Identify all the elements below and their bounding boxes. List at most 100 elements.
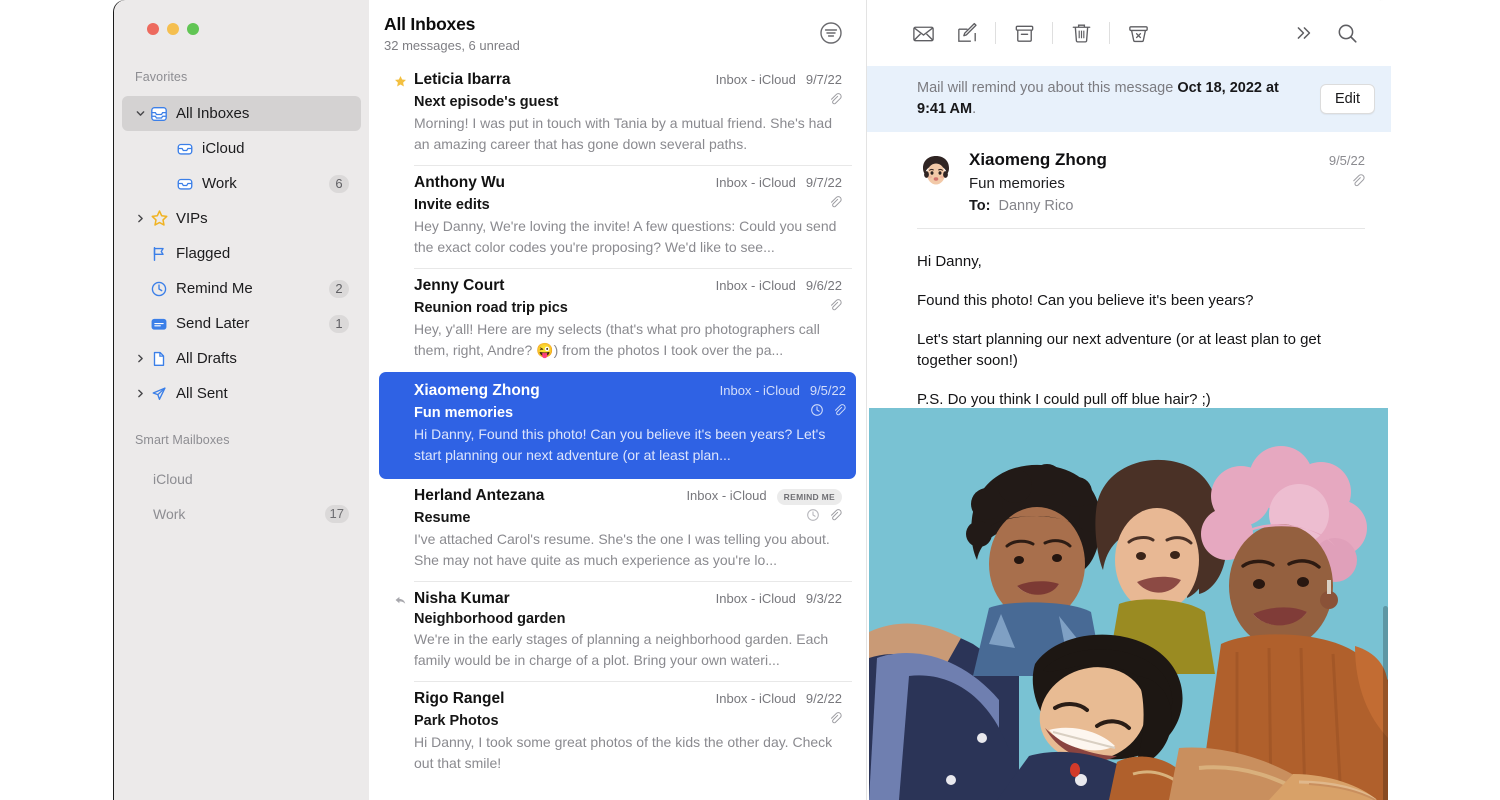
subject: Fun memories	[414, 404, 514, 421]
table-row[interactable]: Rigo Rangel Inbox - iCloud 9/2/22 Park P…	[383, 681, 852, 785]
table-row[interactable]: Anthony Wu Inbox - iCloud 9/7/22 Invite …	[383, 165, 852, 269]
mailbox-label: Inbox - iCloud	[719, 383, 800, 398]
preview-text: Hey Danny, We're loving the invite! A fe…	[414, 218, 837, 255]
row-subject: Park Photos	[414, 711, 842, 730]
sidebar-item-icloud[interactable]: iCloud	[122, 131, 361, 166]
row-top: Nisha Kumar Inbox - iCloud 9/3/22	[414, 590, 842, 608]
table-row[interactable]: Jenny Court Inbox - iCloud 9/6/22 Reunio…	[383, 268, 852, 372]
sidebar-label: iCloud	[153, 470, 193, 487]
sidebar-item-all-sent[interactable]: All Sent	[122, 376, 361, 411]
trash-icon[interactable]	[1059, 16, 1103, 50]
row-top: Rigo Rangel Inbox - iCloud 9/2/22	[414, 690, 842, 708]
edit-reminder-button[interactable]: Edit	[1320, 84, 1375, 115]
sender-name: Xiaomeng Zhong	[969, 150, 1107, 170]
sidebar-label: All Drafts	[176, 350, 237, 367]
archive-icon[interactable]	[1002, 16, 1046, 50]
attachment-icon	[828, 711, 842, 730]
compose-icon[interactable]	[945, 16, 989, 50]
body-paragraph: Let's start planning our next adventure …	[917, 330, 1321, 370]
chevron-right-icon[interactable]	[132, 354, 148, 363]
table-row-selected[interactable]: Xiaomeng Zhong Inbox - iCloud 9/5/22 Fun…	[379, 372, 856, 479]
body-paragraph: Hi Danny,	[917, 253, 982, 271]
clock-icon	[148, 280, 170, 298]
mailbox-label: Inbox - iCloud	[715, 591, 796, 606]
row-icons	[828, 298, 842, 317]
message-header: Xiaomeng Zhong 9/5/22 Fun memories To: D…	[867, 132, 1391, 214]
table-row[interactable]: Nisha Kumar Inbox - iCloud 9/3/22 Neighb…	[383, 581, 852, 682]
attachment-icon	[828, 195, 842, 214]
sidebar-item-send-later[interactable]: Send Later 1	[122, 306, 361, 341]
mailbox-label: Inbox - iCloud	[715, 278, 796, 293]
sidebar-section-smart-mailboxes: Smart Mailboxes	[135, 433, 230, 447]
sidebar-item-work[interactable]: Work 6	[122, 166, 361, 201]
attached-photo-image	[869, 408, 1388, 800]
search-icon[interactable]	[1325, 16, 1369, 50]
vertical-scrollbar[interactable]	[1383, 606, 1388, 800]
filter-sort-icon[interactable]	[818, 20, 844, 46]
sender-name: Nisha Kumar	[414, 590, 510, 607]
page-title: All Inboxes	[384, 14, 476, 34]
row-top: Herland Antezana Inbox - iCloud REMIND M…	[414, 487, 842, 505]
table-row[interactable]: Herland Antezana Inbox - iCloud REMIND M…	[383, 479, 852, 582]
sidebar-item-remind-me[interactable]: Remind Me 2	[122, 271, 361, 306]
chevron-right-icon[interactable]	[132, 214, 148, 223]
mark-unread-icon[interactable]	[901, 16, 945, 50]
mailbox-label: Inbox - iCloud	[715, 72, 796, 87]
sidebar-label: Work	[202, 175, 237, 192]
row-icons	[828, 711, 842, 730]
junk-icon[interactable]	[1116, 16, 1160, 50]
close-window-button[interactable]	[147, 23, 159, 35]
send-later-icon	[148, 315, 170, 333]
reminder-clock-icon	[810, 403, 824, 422]
unread-count: 2	[329, 279, 349, 298]
mailbox-label: Inbox - iCloud	[715, 175, 796, 190]
minimize-window-button[interactable]	[167, 23, 179, 35]
row-icons	[828, 195, 842, 214]
reply-arrow-icon	[393, 593, 409, 609]
sidebar-item-all-inboxes[interactable]: All Inboxes	[122, 96, 361, 131]
sidebar-item-flagged[interactable]: Flagged	[122, 236, 361, 271]
row-icons	[810, 403, 846, 422]
unread-count: 17	[324, 504, 349, 523]
toolbar-divider	[1052, 22, 1053, 44]
row-subject: Fun memories	[414, 403, 846, 422]
sidebar-item-vips[interactable]: VIPs	[122, 201, 361, 236]
subject: Resume	[414, 509, 471, 526]
attachment-icon	[828, 298, 842, 317]
star-flag-icon	[393, 74, 409, 90]
preview-text: Hi Danny, Found this photo! Can you beli…	[414, 426, 826, 463]
subject: Neighborhood garden	[414, 611, 566, 627]
sender-name: Xiaomeng Zhong	[414, 382, 540, 399]
paper-plane-icon	[148, 385, 170, 403]
row-subject: Next episode's guest	[414, 92, 842, 111]
sidebar: Favorites All Inboxes iCloud Work 6 VIPs…	[114, 0, 369, 800]
to-value[interactable]: Danny Rico	[998, 198, 1365, 214]
table-row[interactable]: Leticia Ibarra Inbox - iCloud 9/7/22 Nex…	[383, 63, 852, 166]
sidebar-smart-item-work[interactable]: Work 17	[122, 496, 361, 531]
body-paragraph: Found this photo! Can you believe it's b…	[917, 291, 1254, 309]
sidebar-smart-item-icloud[interactable]: iCloud	[122, 461, 361, 496]
inbox-icon	[174, 140, 196, 158]
sidebar-label: All Inboxes	[176, 105, 250, 122]
reading-pane: Mail will remind you about this message …	[867, 0, 1391, 800]
preview-text: Hi Danny, I took some great photos of th…	[414, 734, 833, 771]
message-date: 9/7/22	[805, 72, 842, 87]
chevron-right-icon[interactable]	[132, 389, 148, 398]
sidebar-label: iCloud	[202, 140, 245, 157]
row-top: Anthony Wu Inbox - iCloud 9/7/22	[414, 174, 842, 192]
preview-text: Hey, y'all! Here are my selects (that's …	[414, 321, 820, 358]
sidebar-item-all-drafts[interactable]: All Drafts	[122, 341, 361, 376]
chevrons-right-icon[interactable]	[1281, 16, 1325, 50]
attached-photo[interactable]	[867, 406, 1391, 800]
header-subject-row: Fun memories	[969, 170, 1365, 193]
chevron-down-icon[interactable]	[132, 109, 148, 118]
attachment-icon	[832, 403, 846, 422]
status-badge: REMIND ME	[776, 489, 842, 505]
unread-count: 6	[329, 174, 349, 193]
preview-text: Morning! I was put in touch with Tania b…	[414, 115, 832, 152]
message-header-body: Xiaomeng Zhong 9/5/22 Fun memories To: D…	[969, 150, 1365, 214]
zoom-window-button[interactable]	[187, 23, 199, 35]
attachment-icon	[828, 92, 842, 111]
preview-text: We're in the early stages of planning a …	[414, 631, 829, 668]
row-top: Xiaomeng Zhong Inbox - iCloud 9/5/22	[414, 382, 846, 400]
